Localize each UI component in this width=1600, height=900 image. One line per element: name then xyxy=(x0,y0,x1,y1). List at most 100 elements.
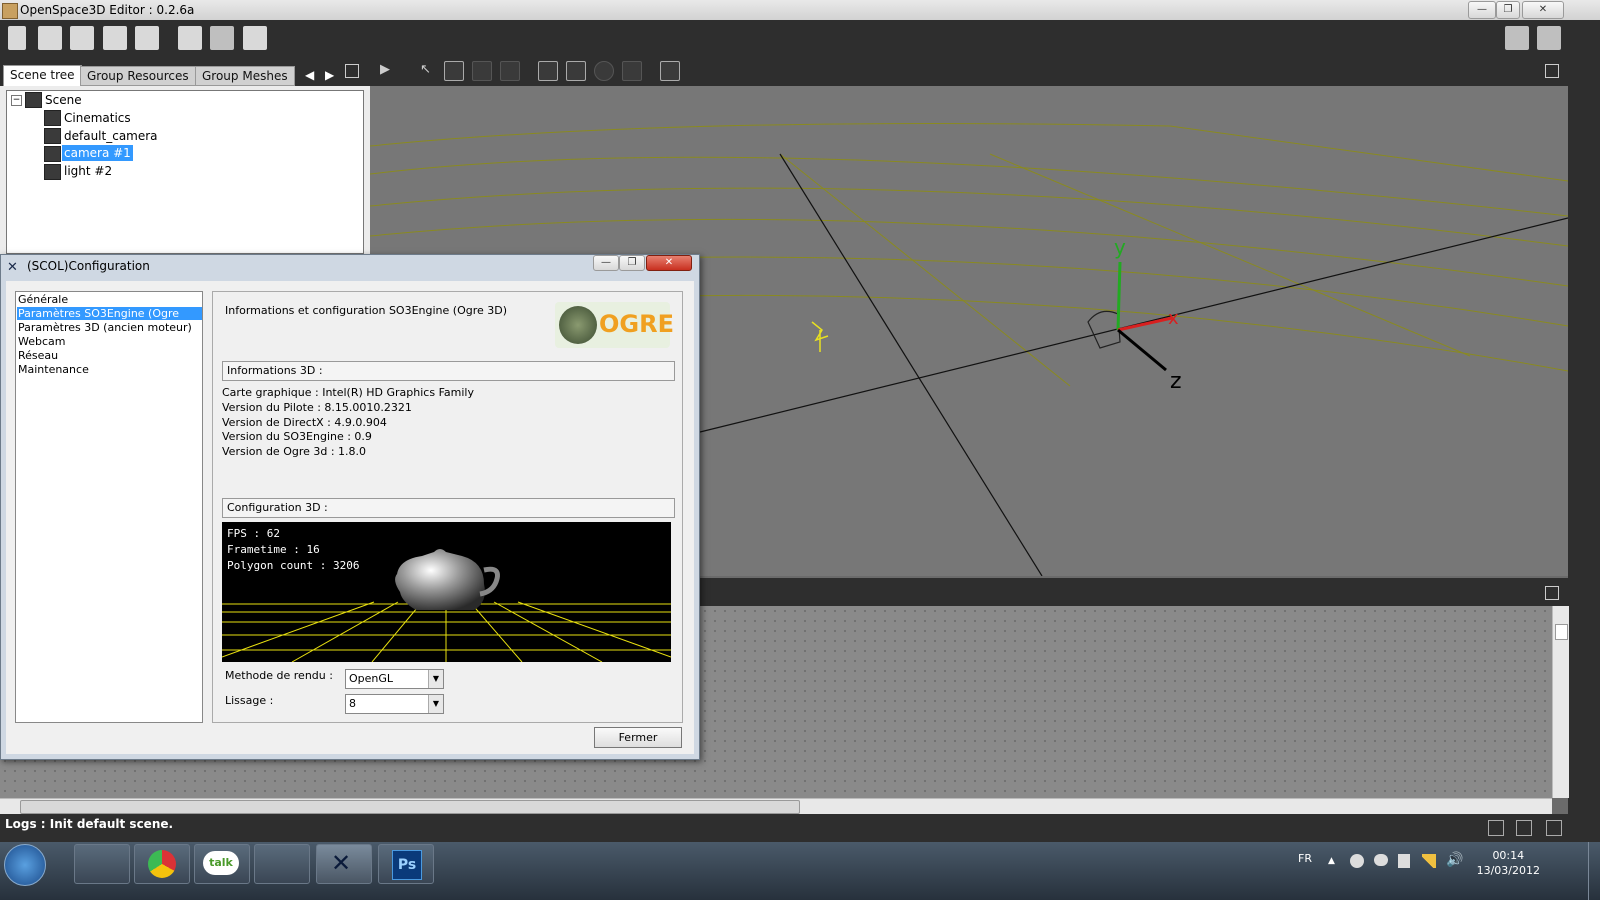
play-icon[interactable]: ▶ xyxy=(380,62,390,77)
tab-scene-tree[interactable]: Scene tree xyxy=(3,65,82,87)
chevron-down-icon[interactable]: ▼ xyxy=(428,670,443,688)
show-desktop-button[interactable] xyxy=(1588,842,1600,900)
network-icon[interactable] xyxy=(1422,854,1436,868)
rotate-tool-icon[interactable] xyxy=(472,61,492,81)
chrome-icon xyxy=(148,850,176,878)
vertical-scrollbar[interactable] xyxy=(1552,606,1569,798)
list-item-so3engine[interactable]: Paramètres SO3Engine (Ogre 3D) xyxy=(17,307,202,333)
select-cursor-icon[interactable]: ↖ xyxy=(420,62,431,77)
scroll-thumb[interactable] xyxy=(20,800,800,814)
undock-icon[interactable] xyxy=(1545,64,1559,78)
expand-icon[interactable] xyxy=(1546,820,1562,836)
viewport-toolbar: ▶ ↖ xyxy=(370,56,1600,86)
right-dock-strip xyxy=(1568,86,1600,814)
move-tool-icon[interactable] xyxy=(444,61,464,81)
stat-frametime: Frametime : 16 xyxy=(227,543,320,556)
scroll-thumb[interactable] xyxy=(1555,624,1568,640)
list-item-webcam[interactable]: Webcam xyxy=(17,335,202,348)
explorer-task[interactable] xyxy=(74,844,130,884)
axis-x-label: x xyxy=(1168,308,1179,329)
gtalk-task[interactable]: talk xyxy=(194,844,250,884)
scol-icon: ✕ xyxy=(7,260,18,275)
render-method-select[interactable]: OpenGL ▼ xyxy=(345,669,444,689)
start-button[interactable] xyxy=(4,844,46,886)
steam-icon[interactable] xyxy=(1350,854,1364,868)
tab-group-resources[interactable]: Group Resources xyxy=(80,66,196,86)
bounding-box-icon[interactable] xyxy=(566,61,586,81)
close-button[interactable]: ✕ xyxy=(1522,1,1564,19)
smoothing-label: Lissage : xyxy=(225,694,274,707)
config-dialog: ✕ (SCOL)Configuration — ❐ ✕ Générale Par… xyxy=(0,254,700,760)
clock[interactable]: 00:14 13/03/2012 xyxy=(1477,848,1540,878)
tree-item-default-camera[interactable]: default_camera xyxy=(64,128,158,144)
left-tabs: Scene tree Group Resources Group Meshes … xyxy=(0,56,370,87)
shield-icon[interactable] xyxy=(660,61,680,81)
camera-view-icon[interactable] xyxy=(622,61,642,81)
scol-task[interactable]: ✕ xyxy=(316,844,372,884)
info-graphics-card: Carte graphique : Intel(R) HD Graphics F… xyxy=(222,386,474,399)
photoshop-icon: Ps xyxy=(392,850,422,880)
light-gizmo[interactable] xyxy=(811,321,829,352)
list-item-maintenance[interactable]: Maintenance xyxy=(17,363,202,376)
smoothing-select[interactable]: 8 ▼ xyxy=(345,694,444,714)
chat-icon[interactable] xyxy=(1374,854,1388,866)
tab-group-meshes[interactable]: Group Meshes xyxy=(195,66,295,86)
settings-panel-icon[interactable] xyxy=(178,26,202,50)
tray-expand-icon[interactable]: ▲ xyxy=(1328,856,1335,866)
scale-tool-icon[interactable] xyxy=(500,61,520,81)
title-bar: OpenSpace3D Editor : 0.2.6a — ❐ ✕ xyxy=(0,0,1600,21)
axis-lines xyxy=(699,153,1568,576)
dialog-maximize-button[interactable]: ❐ xyxy=(619,255,645,271)
tools-icon[interactable] xyxy=(210,26,234,50)
ogre-logo: OGRE xyxy=(555,302,674,348)
add-folder-icon[interactable] xyxy=(70,26,94,50)
list-item-3d-ancien[interactable]: Paramètres 3D (ancien moteur) xyxy=(17,321,202,334)
minimize-button[interactable]: — xyxy=(1468,1,1496,19)
tab-scroll-right-icon[interactable]: ▶ xyxy=(325,68,334,82)
camera-gizmo[interactable] xyxy=(1087,261,1173,372)
open-folder-icon[interactable] xyxy=(38,26,62,50)
save-icon[interactable] xyxy=(103,26,127,50)
help-icon[interactable] xyxy=(1505,26,1529,50)
config-category-list[interactable]: Générale Paramètres SO3Engine (Ogre 3D) … xyxy=(15,291,203,723)
light-icon xyxy=(44,164,61,180)
undock-icon[interactable] xyxy=(1545,586,1559,600)
debug-icon[interactable] xyxy=(1516,820,1532,836)
app-icon xyxy=(2,3,18,19)
tree-item-camera-1[interactable]: camera #1 xyxy=(62,145,133,161)
dialog-close-button[interactable]: ✕ xyxy=(646,255,692,271)
collapse-icon[interactable]: − xyxy=(11,95,22,106)
list-item-reseau[interactable]: Réseau xyxy=(17,349,202,362)
new-file-icon[interactable] xyxy=(8,26,26,50)
grid-icon[interactable] xyxy=(538,61,558,81)
log-icon[interactable] xyxy=(1488,820,1504,836)
stat-fps: FPS : 62 xyxy=(227,527,280,540)
play-icon[interactable] xyxy=(243,26,267,50)
dialog-title-bar: ✕ (SCOL)Configuration — ❐ ✕ xyxy=(1,255,699,279)
tree-root[interactable]: Scene xyxy=(45,92,82,108)
maximize-button[interactable]: ❐ xyxy=(1496,1,1520,19)
list-item-generale[interactable]: Générale xyxy=(17,293,202,306)
sphere-icon[interactable] xyxy=(594,61,614,81)
notes-task[interactable] xyxy=(254,844,310,884)
device-icon[interactable] xyxy=(1398,854,1410,868)
dialog-minimize-button[interactable]: — xyxy=(593,255,619,271)
volume-icon[interactable]: 🔊 xyxy=(1446,852,1463,868)
render-method-label: Methode de rendu : xyxy=(225,669,333,682)
tree-item-cinematics[interactable]: Cinematics xyxy=(64,110,131,126)
scol-icon: ✕ xyxy=(331,849,352,877)
chrome-task[interactable] xyxy=(134,844,190,884)
window-title: OpenSpace3D Editor : 0.2.6a xyxy=(20,3,195,17)
config-group-header: Configuration 3D : xyxy=(222,498,675,518)
save-as-icon[interactable] xyxy=(135,26,159,50)
undock-icon[interactable] xyxy=(345,64,359,78)
chevron-down-icon[interactable]: ▼ xyxy=(428,695,443,713)
close-dialog-button[interactable]: Fermer xyxy=(594,727,682,748)
language-indicator[interactable]: FR xyxy=(1298,852,1312,865)
tab-scroll-left-icon[interactable]: ◀ xyxy=(305,68,314,82)
tree-item-light-2[interactable]: light #2 xyxy=(64,163,112,179)
log-bar: Logs : Init default scene. xyxy=(0,814,1600,842)
scene-tree[interactable]: − Scene Cinematics default_camera camera… xyxy=(6,90,364,254)
photoshop-task[interactable]: Ps xyxy=(378,844,434,884)
user-config-icon[interactable] xyxy=(1537,26,1561,50)
